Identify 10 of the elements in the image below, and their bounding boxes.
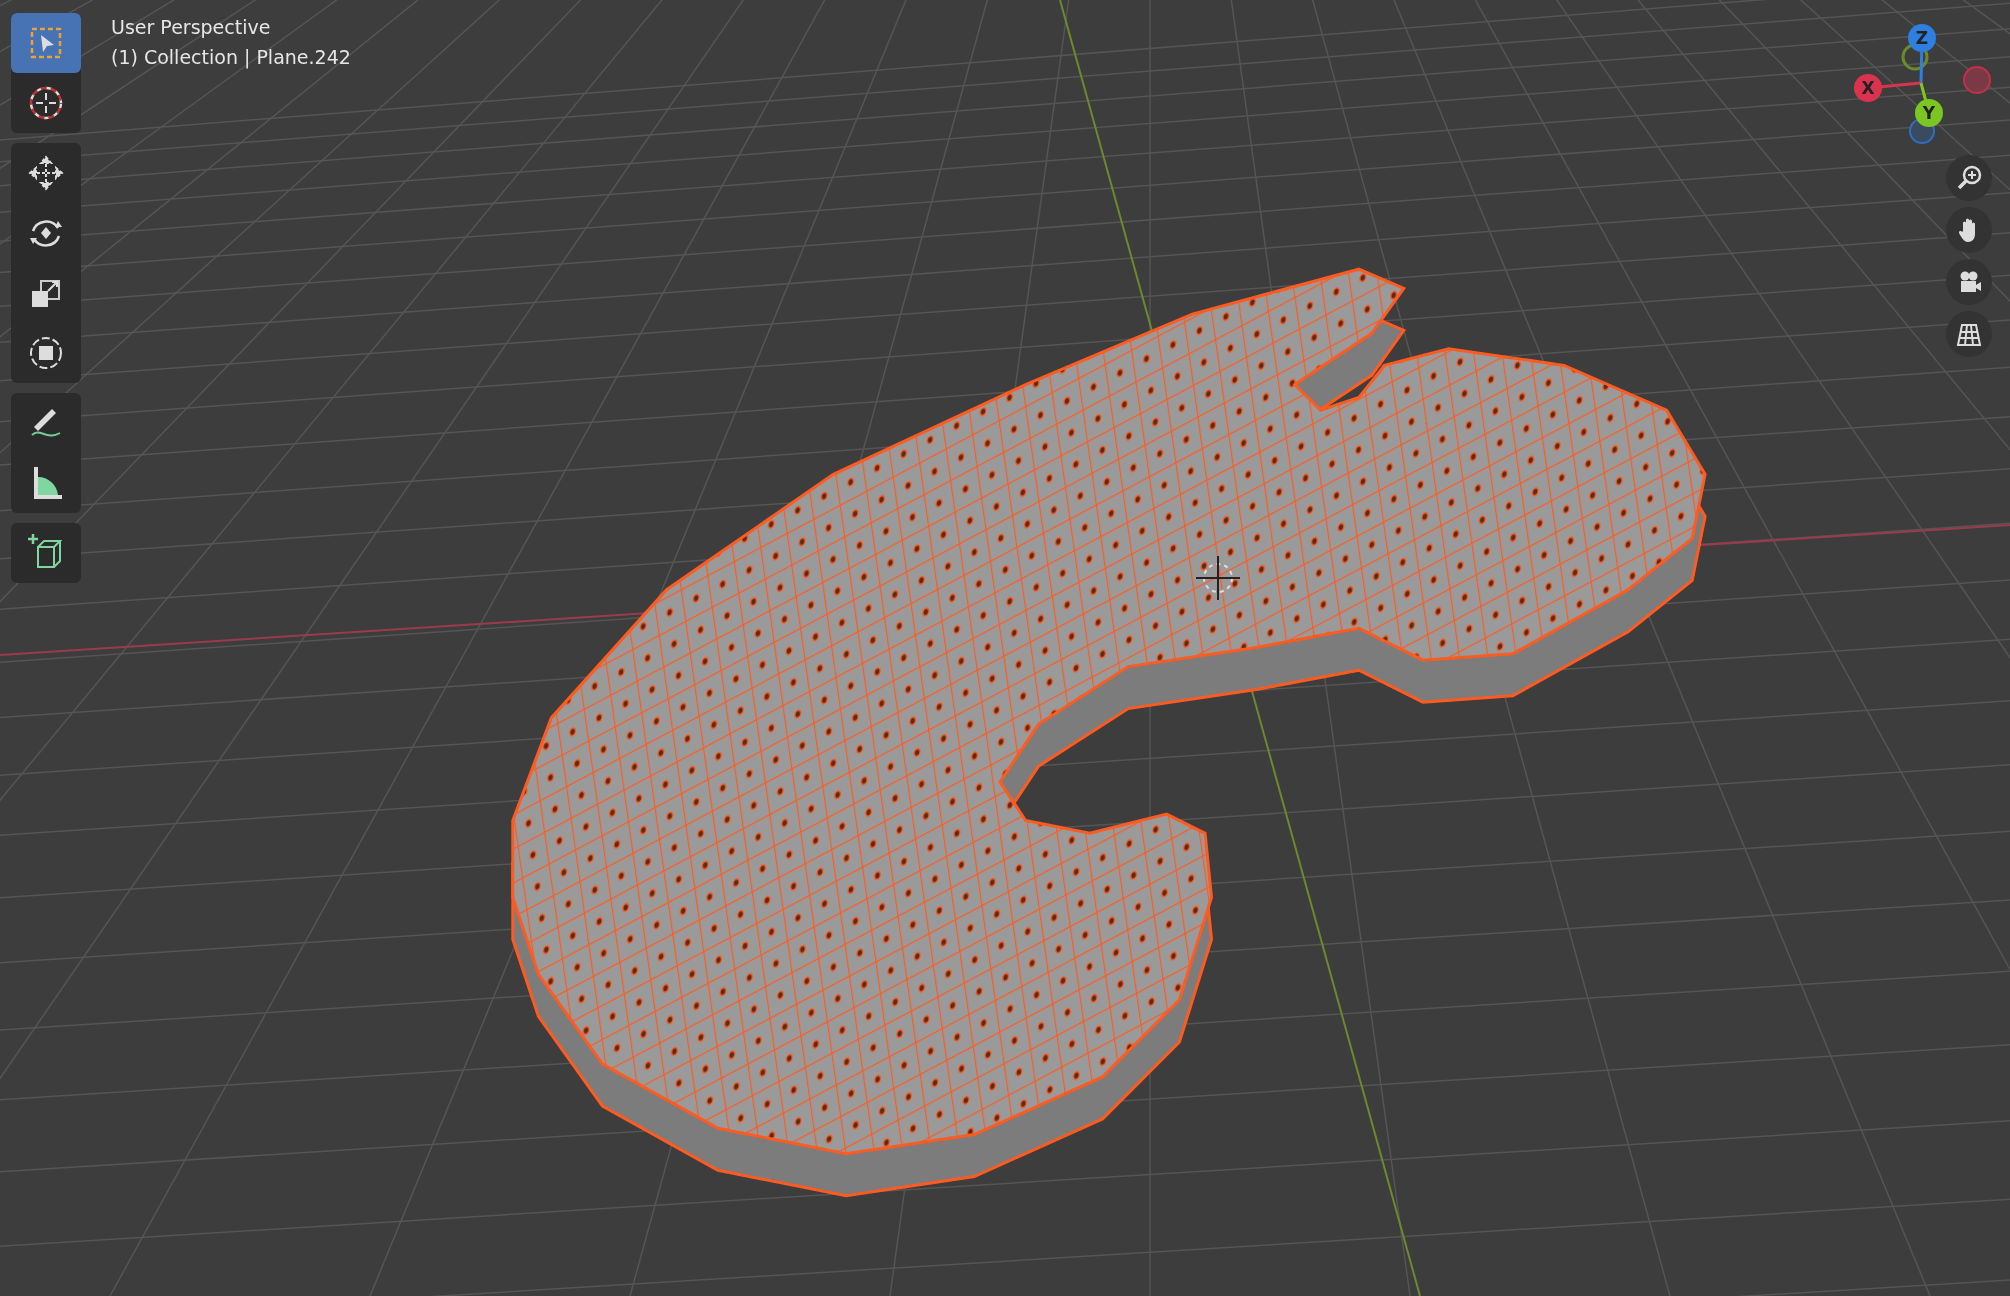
3d-cursor-icon — [1195, 555, 1241, 601]
navigation-button[interactable] — [1946, 311, 1992, 357]
axis-handle[interactable]: Z — [1908, 24, 1936, 52]
view-name-label: User Perspective — [111, 16, 272, 38]
navigation-button[interactable] — [1946, 155, 1992, 201]
object-info-label: (1) Collection | Plane.242 — [111, 46, 351, 68]
axis-handle[interactable]: X — [1854, 74, 1882, 102]
axis-handle[interactable]: Y — [1915, 99, 1943, 127]
navigation-button[interactable] — [1946, 207, 1992, 253]
navigation-button[interactable] — [1946, 259, 1992, 305]
